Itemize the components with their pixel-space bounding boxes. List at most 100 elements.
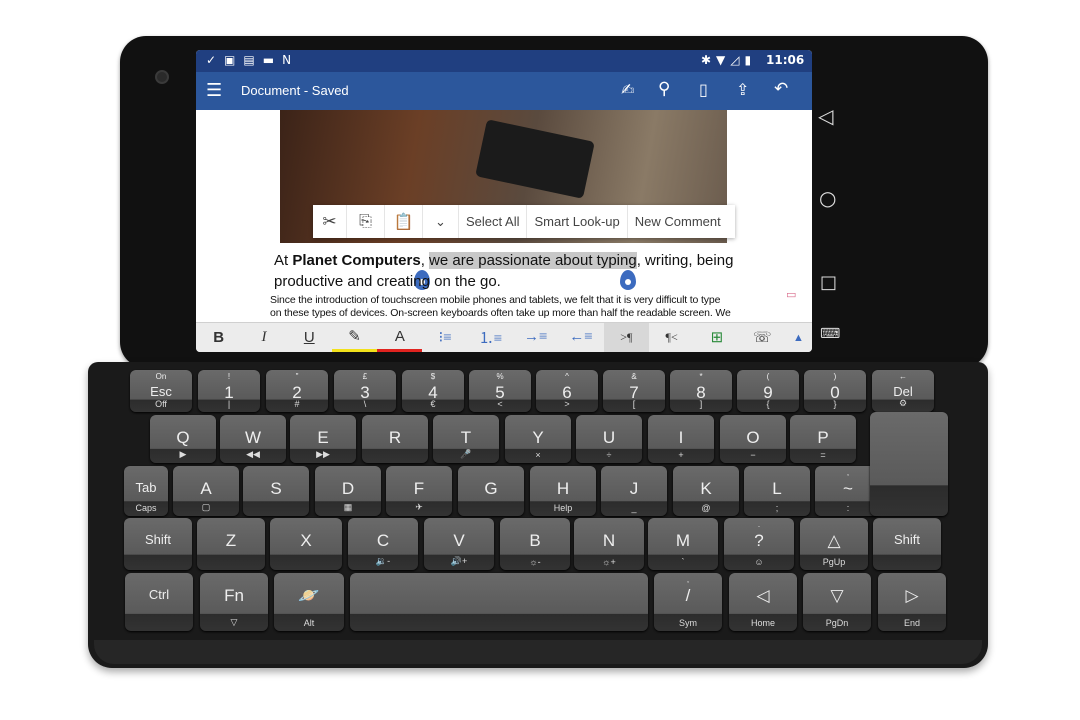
key-b[interactable]: B ☼- xyxy=(500,518,570,570)
key-tab[interactable]: Tab Caps xyxy=(124,466,168,516)
hamburger-menu-icon[interactable]: ☰ xyxy=(206,80,222,101)
key-w[interactable]: W ◀◀ xyxy=(220,415,286,463)
paste-icon[interactable]: 📋 xyxy=(385,205,423,238)
comment-marker-icon[interactable]: ▭ xyxy=(786,288,796,301)
font-color-button[interactable]: A xyxy=(377,323,423,352)
key-r[interactable]: R xyxy=(362,415,428,463)
key-label: ← xyxy=(899,372,907,381)
copy-icon[interactable]: ⎘ xyxy=(347,205,385,238)
indent-icon[interactable]: →≡ xyxy=(513,323,558,352)
key-e[interactable]: E ▶▶ xyxy=(290,415,356,463)
share-icon[interactable]: ⇪ xyxy=(736,80,749,99)
bullet-list-icon[interactable]: ⁝≡ xyxy=(422,323,467,352)
key-label: Q xyxy=(176,428,190,447)
bold-button[interactable]: B xyxy=(196,323,241,352)
key-shift[interactable]: Shift xyxy=(873,518,941,570)
key-p[interactable]: P = xyxy=(790,415,856,463)
undo-icon[interactable]: ↶ xyxy=(774,79,788,99)
key-6[interactable]: 6 ^ > xyxy=(536,370,598,412)
document-canvas[interactable]: ✂ ⎘ 📋 ⌄ Select All Smart Look-up New Com… xyxy=(196,110,812,322)
key-4[interactable]: 4 $ € xyxy=(402,370,464,412)
new-comment-button[interactable]: New Comment xyxy=(628,205,728,238)
key-d[interactable]: D ▦ xyxy=(315,466,381,516)
key-label: Caps xyxy=(135,503,157,513)
key-del[interactable]: Del ← ⚙ xyxy=(872,370,934,412)
key-a[interactable]: A ▢ xyxy=(173,466,239,516)
search-icon[interactable]: ⚲ xyxy=(658,79,670,99)
key-label: > xyxy=(564,399,570,409)
key-shift[interactable]: Shift xyxy=(124,518,192,570)
key-z[interactable]: Z xyxy=(197,518,265,570)
key-△[interactable]: △ PgUp xyxy=(800,518,868,570)
key-0[interactable]: 0)} xyxy=(804,370,866,412)
key-🪐[interactable]: 🪐 Alt xyxy=(274,573,344,631)
key-label: M xyxy=(675,531,691,550)
key-label: | xyxy=(227,399,231,409)
key-label: Alt xyxy=(303,618,315,628)
key-ctrl[interactable]: Ctrl xyxy=(125,573,193,631)
back-icon[interactable]: ◁ xyxy=(818,104,833,128)
recents-icon[interactable]: □ xyxy=(820,272,837,293)
key-▷[interactable]: ▷ End xyxy=(878,573,946,631)
bold-text: Planet Computers xyxy=(292,252,421,269)
chevron-down-icon[interactable]: ⌄ xyxy=(423,205,459,238)
key-label: € xyxy=(430,399,436,409)
key-8[interactable]: 8 *] xyxy=(670,370,732,412)
key-j[interactable]: J _ xyxy=(601,466,667,516)
key-label: " xyxy=(295,372,299,381)
key-2[interactable]: 2 " # xyxy=(266,370,328,412)
key-enter[interactable] xyxy=(870,412,948,516)
mobile-view-icon[interactable]: ▯ xyxy=(699,80,708,99)
home-icon[interactable]: ○ xyxy=(819,186,836,210)
key-/[interactable]: /, Sym xyxy=(654,573,722,631)
keyboard-icon[interactable]: ⌨ xyxy=(820,326,840,342)
cut-icon[interactable]: ✂ xyxy=(313,205,347,238)
photo-device xyxy=(475,119,595,199)
key-g[interactable]: G xyxy=(458,466,524,516)
key-n[interactable]: N ☼+ xyxy=(574,518,644,570)
new-comment-icon[interactable]: ⊞ xyxy=(694,323,739,352)
draw-pen-icon[interactable]: ✍ xyxy=(621,80,634,99)
key-q[interactable]: Q ▶ xyxy=(150,415,216,463)
key-7[interactable]: 7 &[ xyxy=(603,370,665,412)
paragraph-1[interactable]: At Planet Computers, we are passionate a… xyxy=(274,250,733,292)
key-u[interactable]: U ÷ xyxy=(576,415,642,463)
paragraph-2[interactable]: Since the introduction of touchscreen mo… xyxy=(270,294,731,320)
key-t[interactable]: T 🎤 xyxy=(433,415,499,463)
key-v[interactable]: V 🔊+ xyxy=(424,518,494,570)
key-f[interactable]: F ✈ xyxy=(386,466,452,516)
ltr-button[interactable]: >¶ xyxy=(603,323,649,352)
key-?[interactable]: ?. ☺ xyxy=(724,518,794,570)
underline-button[interactable]: U xyxy=(287,323,332,352)
key-9[interactable]: 9({ xyxy=(737,370,799,412)
key-k[interactable]: K @ xyxy=(673,466,739,516)
rtl-button[interactable]: ¶< xyxy=(649,323,694,352)
key-5[interactable]: 5% < xyxy=(469,370,531,412)
key-esc[interactable]: Esc On Off xyxy=(130,370,192,412)
numbered-list-icon[interactable]: ⒈≡ xyxy=(468,323,513,352)
key-◁[interactable]: ◁ Home xyxy=(729,573,797,631)
key-▽[interactable]: ▽ PgDn xyxy=(803,573,871,631)
key-s[interactable]: S xyxy=(243,466,309,516)
key-label: Sym xyxy=(679,618,697,628)
smart-lookup-button[interactable]: Smart Look-up xyxy=(527,205,628,238)
key-i[interactable]: I + xyxy=(648,415,714,463)
highlight-icon[interactable]: ✎ xyxy=(331,323,378,352)
expand-toolbar-icon[interactable]: ▲ xyxy=(785,323,812,352)
key-c[interactable]: C 🔉- xyxy=(348,518,418,570)
key-y[interactable]: Y × xyxy=(505,415,571,463)
key-o[interactable]: O − xyxy=(720,415,786,463)
key-3[interactable]: 3 £ \ xyxy=(334,370,396,412)
key-1[interactable]: 1! | xyxy=(198,370,260,412)
italic-button[interactable]: I xyxy=(241,323,286,352)
key-h[interactable]: H Help xyxy=(530,466,596,516)
key-m[interactable]: M ` xyxy=(648,518,718,570)
key-fn[interactable]: Fn ▽ xyxy=(200,573,268,631)
key-label: Ctrl xyxy=(148,587,170,602)
select-all-button[interactable]: Select All xyxy=(459,205,528,238)
outdent-icon[interactable]: ←≡ xyxy=(558,323,603,352)
key-x[interactable]: X xyxy=(270,518,342,570)
key-l[interactable]: L; xyxy=(744,466,810,516)
key-space[interactable] xyxy=(350,573,648,631)
comments-icon[interactable]: ☏ xyxy=(740,323,785,352)
